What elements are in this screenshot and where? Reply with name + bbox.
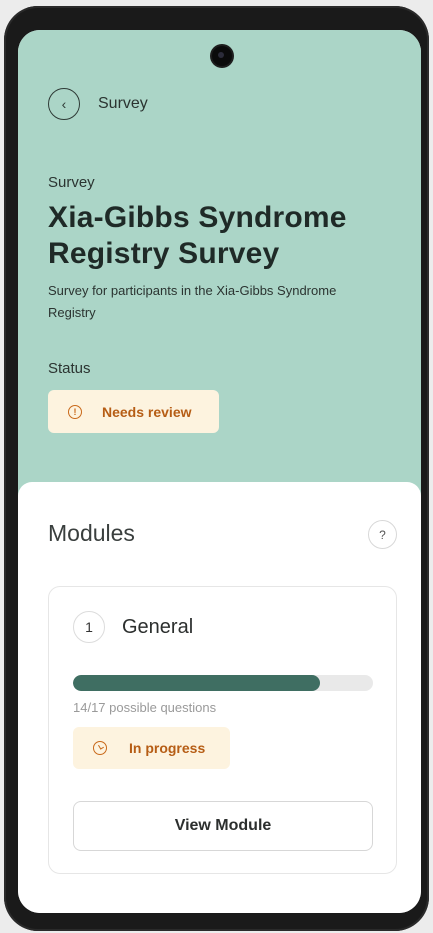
module-card: 1 General 14/17 possible questions In pr… [48, 586, 397, 874]
survey-description: Survey for participants in the Xia-Gibbs… [48, 283, 337, 320]
modules-title: Modules [48, 520, 135, 546]
module-progress-fill [73, 675, 321, 691]
status-badge-text: Needs review [102, 403, 192, 420]
survey-eyebrow: Survey [48, 174, 95, 191]
survey-header: ‹ Survey Survey Xia-Gibbs Syndrome Regis… [18, 30, 421, 500]
app-screen: ‹ Survey Survey Xia-Gibbs Syndrome Regis… [18, 30, 421, 913]
alert-circle-icon: ! [68, 404, 82, 419]
module-progress-text: 14/17 possible questions [73, 700, 217, 715]
module-status-badge: In progress [73, 727, 230, 769]
page-title: Xia-Gibbs Syndrome Registry Survey [48, 201, 347, 270]
module-status-text: In progress [129, 740, 206, 756]
module-number: 1 [73, 611, 105, 643]
module-progress-bar [73, 675, 373, 691]
question-mark-icon[interactable]: ? [368, 520, 397, 549]
back-label[interactable]: Survey [98, 95, 148, 113]
status-badge: ! Needs review [48, 390, 219, 433]
phone-frame: ‹ Survey Survey Xia-Gibbs Syndrome Regis… [4, 6, 429, 931]
modules-panel: Modules ? 1 General 14/17 possible quest… [18, 482, 421, 913]
front-camera [212, 46, 232, 66]
back-button[interactable]: ‹ [48, 88, 80, 120]
help-symbol: ? [379, 527, 386, 542]
back-navigation[interactable]: ‹ Survey [48, 88, 148, 120]
chevron-left-icon: ‹ [61, 96, 67, 112]
view-module-button[interactable]: View Module [73, 801, 373, 851]
status-label: Status [48, 360, 91, 377]
clock-icon [93, 741, 107, 755]
module-name: General [122, 616, 194, 638]
